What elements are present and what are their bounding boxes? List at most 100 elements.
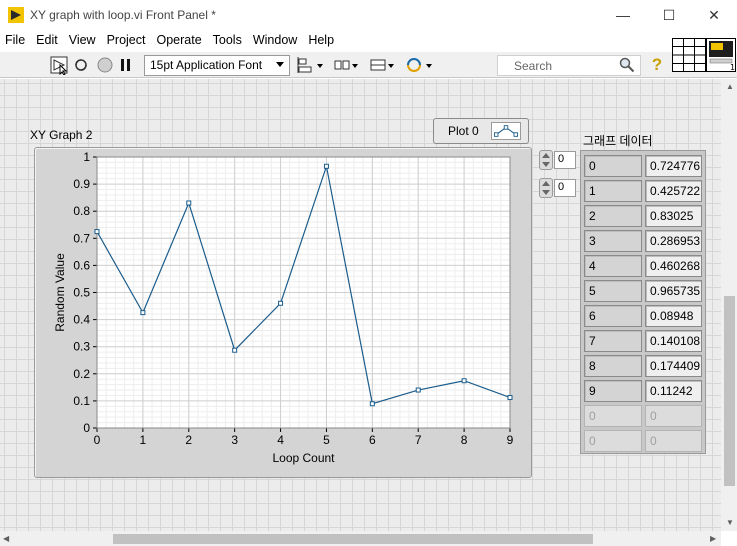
y-tick-label: 0.9 <box>73 177 90 191</box>
data-point <box>278 300 284 306</box>
array-value-cell[interactable]: 0 <box>645 430 702 452</box>
abort-icon <box>97 57 113 73</box>
data-point <box>461 378 467 384</box>
run-continuously-button[interactable] <box>71 55 91 75</box>
array-index-cell[interactable]: 0 <box>584 430 642 452</box>
column-index-value[interactable]: 0 <box>554 179 576 197</box>
run-button[interactable] <box>50 55 70 75</box>
x-tick-label: 3 <box>231 433 238 447</box>
x-tick-label: 6 <box>369 433 376 447</box>
menu-help[interactable]: Help <box>303 31 340 51</box>
array-value-cell[interactable]: 0.83025 <box>645 205 702 227</box>
x-tick-label: 1 <box>140 433 147 447</box>
menu-file[interactable]: File <box>0 31 31 51</box>
search-icon[interactable] <box>618 55 636 75</box>
x-axis-title: Loop Count <box>272 451 335 465</box>
data-point <box>369 401 375 407</box>
chevron-down-icon <box>276 62 284 67</box>
array-index-cell[interactable]: 1 <box>584 180 642 202</box>
align-objects-button[interactable] <box>297 55 325 75</box>
array-value-cell[interactable]: 0.724776 <box>645 155 702 177</box>
array-index-cell[interactable]: 4 <box>584 255 642 277</box>
y-tick-label: 0.8 <box>73 204 90 218</box>
menu-tools[interactable]: Tools <box>208 31 248 51</box>
reorder-icon <box>407 58 432 72</box>
array-index-cell[interactable]: 6 <box>584 305 642 327</box>
scroll-left-icon[interactable]: ◀ <box>3 534 9 543</box>
window-title: XY graph with loop.vi Front Panel * <box>30 8 216 22</box>
y-tick-label: 0.4 <box>73 313 90 327</box>
array-index-cell[interactable]: 2 <box>584 205 642 227</box>
x-tick-label: 5 <box>323 433 330 447</box>
y-tick-label: 0.2 <box>73 367 90 381</box>
distribute-objects-button[interactable] <box>332 55 360 75</box>
array-index-cell[interactable]: 5 <box>584 280 642 302</box>
array-value-cell[interactable]: 0.965735 <box>645 280 702 302</box>
array-value-cell[interactable]: 0.425722 <box>645 180 702 202</box>
data-point <box>140 310 146 316</box>
help-icon[interactable]: ? <box>649 55 665 75</box>
font-select[interactable]: 15pt Application Font <box>144 55 290 76</box>
pause-button[interactable] <box>118 55 134 75</box>
vertical-scroll-thumb[interactable] <box>724 296 735 486</box>
labview-icon <box>8 7 24 23</box>
array-index-cell[interactable]: 3 <box>584 230 642 252</box>
column-index-control[interactable]: 0 <box>539 178 579 198</box>
plot-line-swatch-icon <box>491 122 521 140</box>
xy-graph[interactable]: 0 1 2 3 4 5 6 7 8 9 0 0.1 0.2 0.3 0.4 0.5 0.6 0.7 0.8 0.9 1 L… <box>34 147 532 478</box>
menu-operate[interactable]: Operate <box>151 31 207 51</box>
array-label: 그래프 데이터 <box>583 134 653 148</box>
y-tick-label: 0.6 <box>73 258 90 272</box>
scroll-right-icon[interactable]: ▶ <box>710 534 716 543</box>
menu-edit[interactable]: Edit <box>31 31 64 51</box>
array-index-cell[interactable]: 9 <box>584 380 642 402</box>
array-index-cell[interactable]: 8 <box>584 355 642 377</box>
run-continuously-icon <box>75 59 87 71</box>
maximize-button[interactable]: ☐ <box>646 0 692 30</box>
y-tick-label: 0.7 <box>73 231 90 245</box>
reorder-button[interactable] <box>404 55 434 75</box>
abort-button[interactable] <box>96 55 114 75</box>
y-tick-label: 1 <box>83 150 90 164</box>
plot-legend[interactable]: Plot 0 <box>433 118 529 144</box>
scroll-down-icon[interactable]: ▼ <box>726 518 734 527</box>
array-value-cell[interactable]: 0.174409 <box>645 355 702 377</box>
column-index-spinner-icon[interactable] <box>539 178 553 198</box>
plot-legend-name: Plot 0 <box>448 124 479 138</box>
run-arrow-icon <box>50 56 68 75</box>
data-point <box>94 229 100 235</box>
array-index-cell[interactable]: 7 <box>584 330 642 352</box>
pause-icon <box>121 59 130 71</box>
x-tick-label: 4 <box>277 433 284 447</box>
y-tick-label: 0 <box>83 421 90 435</box>
x-tick-label: 9 <box>507 433 514 447</box>
array-value-cell[interactable]: 0.460268 <box>645 255 702 277</box>
data-point <box>507 395 513 401</box>
menu-project[interactable]: Project <box>102 31 152 51</box>
row-index-spinner-icon[interactable] <box>539 150 553 170</box>
distribute-objects-icon <box>334 60 358 70</box>
close-button[interactable]: ✕ <box>691 0 737 30</box>
array-index-cell[interactable]: 0 <box>584 405 642 427</box>
array-value-cell[interactable]: 0.140108 <box>645 330 702 352</box>
scroll-up-icon[interactable]: ▲ <box>726 82 734 91</box>
array-value-cell[interactable]: 0.08948 <box>645 305 702 327</box>
row-index-value[interactable]: 0 <box>554 151 576 169</box>
menu-window[interactable]: Window <box>248 31 303 51</box>
row-index-control[interactable]: 0 <box>539 150 579 170</box>
data-point <box>323 163 329 169</box>
svg-text:1: 1 <box>730 63 735 72</box>
array-value-cell[interactable]: 0 <box>645 405 702 427</box>
array-index-cell[interactable]: 0 <box>584 155 642 177</box>
array-value-cell[interactable]: 0.286953 <box>645 230 702 252</box>
connector-pane-icon: 1 <box>672 38 736 72</box>
graph-label: XY Graph 2 <box>30 128 93 142</box>
menu-bar: File Edit View Project Operate Tools Win… <box>0 31 340 51</box>
minimize-button[interactable]: — <box>600 0 646 30</box>
horizontal-scroll-thumb[interactable] <box>113 534 593 544</box>
toolbar: 15pt Application Font Search ? <box>0 52 737 78</box>
array-value-cell[interactable]: 0.11242 <box>645 380 702 402</box>
resize-objects-button[interactable] <box>368 55 396 75</box>
menu-view[interactable]: View <box>64 31 102 51</box>
y-tick-label: 0.5 <box>73 286 90 300</box>
